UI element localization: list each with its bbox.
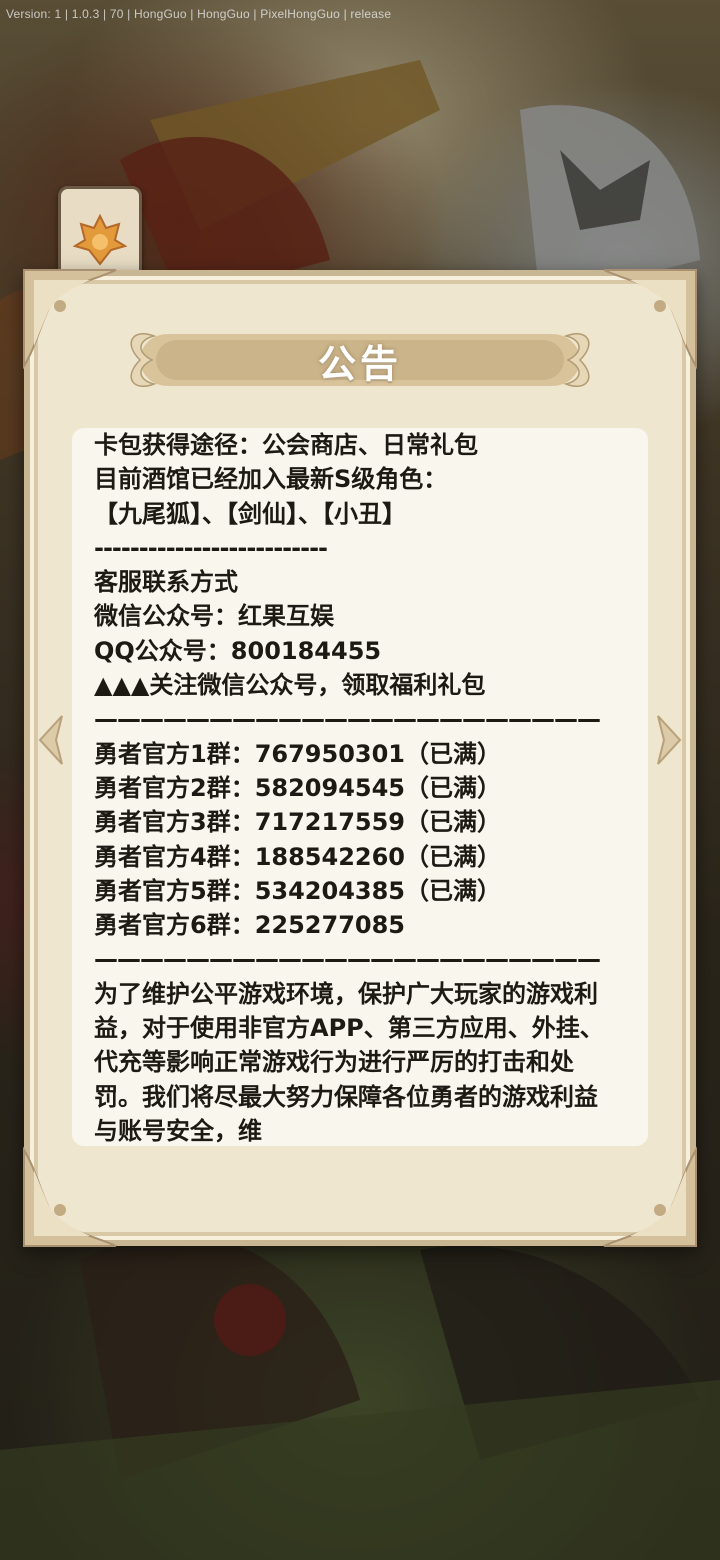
chevron-left-icon [38,715,63,765]
text-line: QQ公众号：800184455 [94,636,382,665]
text-line: ▲▲▲关注微信公众号，领取福利礼包 [94,671,486,700]
dialog-title: 公告 [317,341,402,386]
text-line: 卡包获得途径：公会商店、日常礼包 [94,431,478,459]
text-line: 目前酒馆已经加入最新S级角色： [94,465,448,494]
text-line: 勇者官方3群：717217559（已满） [94,808,501,837]
announcement-scroll-area[interactable]: 卡包获得途径：公会商店、日常礼包 目前酒馆已经加入最新S级角色： 【九尾狐】、【… [72,428,648,1146]
corner-ornament-icon [23,269,117,370]
corner-ornament-icon [603,1146,697,1247]
guild-crest-icon [72,213,128,266]
chevron-right-icon [657,715,682,765]
text-line: 勇者官方2群：582094545（已满） [94,773,501,802]
text-line: 勇者官方5群：534204385（已满） [94,876,501,905]
text-line: 勇者官方6群：225277085 [94,911,405,940]
announcement-dialog: 公告 卡包获得途径：公会商店、日常礼包 目前酒馆已经加入最新S级角色： 【九尾狐… [23,269,697,1247]
text-line: 微信公众号：红果互娱 [94,602,334,631]
text-line: 勇者官方1群：767950301（已满） [94,739,501,768]
corner-ornament-icon [23,1146,117,1247]
text-line: 客服联系方式 [94,568,238,597]
divider-text: —————————————————————— [94,945,601,974]
divider-text: —————————————————————— [94,705,601,734]
corner-ornament-icon [603,269,697,370]
text-line: 勇者官方4群：188542260（已满） [94,842,501,871]
version-label: Version: 1 | 1.0.3 | 70 | HongGuo | Hong… [6,7,392,21]
divider-text: -------------------------- [94,533,328,562]
policy-paragraph: 为了维护公平游戏环境，保护广大玩家的游戏利益，对于使用非官方APP、第三方应用、… [94,979,604,1145]
text-line: 【九尾狐】、【剑仙】、【小丑】 [94,499,406,528]
title-banner: 公告 [128,322,592,398]
